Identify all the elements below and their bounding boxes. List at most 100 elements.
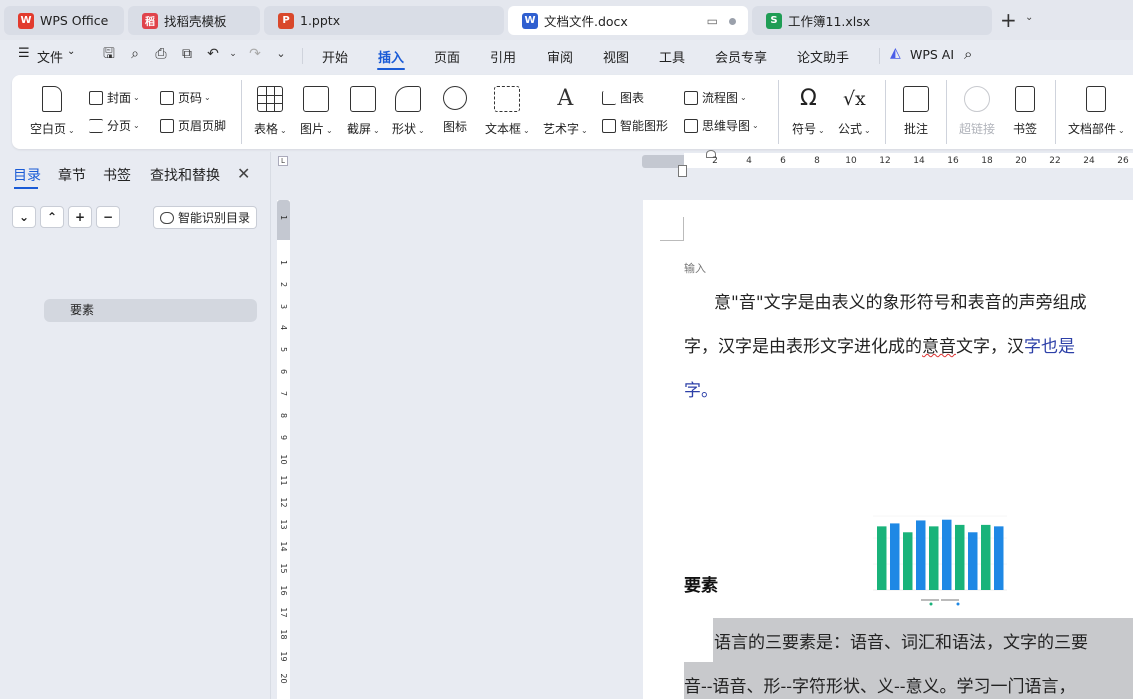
demote-button[interactable]: − — [96, 206, 120, 228]
menu-tools[interactable]: 工具 — [659, 47, 685, 66]
embedded-chart[interactable] — [869, 512, 1011, 608]
tab-chapters[interactable]: 章节 — [58, 165, 86, 185]
page-break-button[interactable]: 分页 ⌄ — [89, 117, 140, 134]
wps-ai-icon[interactable]: ◭ — [890, 45, 901, 61]
expand-button[interactable]: ⌃ — [40, 206, 64, 228]
hyperlink-label: 超链接 — [959, 122, 996, 136]
print-preview-icon[interactable]: ⧉ — [179, 46, 195, 62]
menu-thesis-assistant[interactable]: 论文助手 — [797, 47, 849, 66]
menu-review[interactable]: 审阅 — [547, 47, 573, 66]
textbox-button[interactable]: 文本框 ⌄ — [485, 86, 530, 137]
hyperlink-button[interactable]: 超链接 — [959, 86, 995, 137]
search-icon[interactable]: ⌕ — [964, 45, 972, 63]
format-painter-icon[interactable]: ⌕ — [127, 46, 143, 62]
shape-button[interactable]: 形状 ⌄ — [392, 86, 425, 137]
smart-toc-button[interactable]: 智能识别目录 — [153, 206, 257, 229]
formula-button[interactable]: √x 公式 ⌄ — [838, 86, 871, 137]
section-heading[interactable]: 要素 — [684, 571, 718, 596]
screenshot-button[interactable]: 截屏 ⌄ — [347, 86, 380, 137]
smart-graphic-label: 智能图形 — [620, 119, 669, 133]
header-footer-label: 页眉页脚 — [178, 119, 227, 133]
tab-stop-selector[interactable]: L — [278, 156, 288, 166]
ruler-tick: 16 — [279, 585, 288, 596]
blank-page-button[interactable]: 空白页 ⌄ — [30, 86, 75, 137]
table-button[interactable]: 表格 ⌄ — [254, 86, 287, 137]
menu-home[interactable]: 开始 — [322, 47, 348, 66]
chevron-up-icon: ⌃ — [46, 210, 58, 224]
chart-bar — [942, 519, 952, 590]
chevron-down-icon[interactable]: ⌄ — [67, 46, 75, 57]
wordart-button[interactable]: A 艺术字 ⌄ — [543, 86, 588, 137]
chart-legend-swatch — [941, 599, 959, 601]
print-icon[interactable]: ⎙ — [153, 46, 169, 62]
ruler-tick: 5 — [279, 346, 288, 353]
chart-button[interactable]: 图表 — [602, 89, 644, 106]
cover-button[interactable]: 封面 ⌄ — [89, 89, 140, 106]
tab-wps-office[interactable]: W WPS Office — [4, 6, 124, 35]
wps-ai-button[interactable]: WPS AI — [910, 47, 954, 62]
smart-graphic-icon — [602, 118, 616, 133]
page-number-button[interactable]: 页码 ⌄ — [160, 89, 211, 106]
save-icon[interactable]: 🖫 — [101, 46, 117, 62]
ppt-icon: P — [278, 12, 294, 29]
cover-label: 封面 — [107, 91, 132, 105]
tab-bookmarks[interactable]: 书签 — [103, 165, 131, 185]
menu-page[interactable]: 页面 — [434, 47, 460, 66]
chevron-down-icon[interactable]: ⌄ — [1025, 12, 1033, 23]
doc-parts-button[interactable]: 文档部件 ⌄ — [1068, 86, 1125, 137]
chart-legend-dot — [956, 602, 960, 606]
paragraph-line[interactable]: 语言的三要素是：语音、词汇和语法，文字的三要 — [714, 628, 1088, 653]
left-indent-marker[interactable] — [678, 165, 687, 177]
symbol-button[interactable]: Ω 符号 ⌄ — [792, 86, 825, 137]
icon-button[interactable]: 图标 — [443, 86, 467, 135]
comment-button[interactable]: 批注 — [903, 86, 929, 137]
hamburger-icon[interactable]: ☰ — [18, 46, 30, 61]
tab-find-replace[interactable]: 查找和替换 — [150, 165, 220, 185]
ruler-tick: 14 — [279, 541, 288, 552]
tab-pptx[interactable]: P 1.pptx — [264, 6, 504, 35]
flowchart-button[interactable]: 流程图 ⌄ — [684, 89, 747, 106]
doc-parts-icon — [1086, 86, 1107, 112]
new-tab-icon[interactable]: + — [1000, 8, 1017, 32]
smart-toc-label: 智能识别目录 — [178, 211, 251, 225]
monitor-icon[interactable]: ▭ — [707, 14, 718, 28]
margin-corner-mark — [660, 217, 684, 241]
menu-view[interactable]: 视图 — [603, 47, 629, 66]
page-break-icon — [89, 118, 103, 133]
outline-item[interactable]: 要素 — [44, 299, 257, 322]
paragraph-line[interactable]: 意"音"文字是由表义的象形符号和表音的声旁组成 — [714, 288, 1087, 313]
smart-graphic-button[interactable]: 智能图形 — [602, 117, 668, 134]
redo-icon[interactable]: ↷ — [247, 46, 263, 62]
text-run-blue: 字也是 — [1024, 337, 1075, 357]
mindmap-button[interactable]: 思维导图 ⌄ — [684, 117, 759, 134]
ruler-tick: 11 — [279, 475, 288, 486]
tab-docx[interactable]: W 文档文件.docx ▭ — [508, 6, 748, 35]
icons-icon — [443, 86, 467, 110]
comment-label: 批注 — [903, 122, 928, 136]
promote-button[interactable]: + — [68, 206, 92, 228]
vertical-ruler[interactable] — [277, 200, 290, 699]
ruler-tick: 19 — [279, 651, 288, 662]
close-icon[interactable]: ✕ — [237, 164, 250, 183]
picture-button[interactable]: 图片 ⌄ — [300, 86, 333, 137]
paragraph-line[interactable]: 字，汉字是由表形文字进化成的意音文字，汉字也是 — [684, 332, 1075, 357]
menu-membership[interactable]: 会员专享 — [715, 47, 767, 66]
divider — [946, 80, 947, 144]
collapse-button[interactable]: ⌄ — [12, 206, 36, 228]
paragraph-line[interactable]: 音--语音、形--字符形状、义--意义。学习一门语言， — [684, 672, 1075, 697]
paragraph-line[interactable]: 字。 — [684, 376, 718, 401]
undo-icon[interactable]: ↶ — [205, 46, 221, 62]
menu-references[interactable]: 引用 — [490, 47, 516, 66]
menu-insert[interactable]: 插入 — [378, 47, 404, 66]
tab-toc[interactable]: 目录 — [13, 165, 41, 185]
tab-xlsx[interactable]: S 工作簿11.xlsx — [752, 6, 992, 35]
tab-docer[interactable]: 稻 找稻壳模板 — [128, 6, 260, 35]
bookmark-button[interactable]: 书签 — [1013, 86, 1037, 137]
bookmark-label: 书签 — [1013, 122, 1038, 136]
header-footer-button[interactable]: 页眉页脚 — [160, 117, 226, 134]
unsaved-dot-icon[interactable] — [729, 18, 736, 25]
more-icon[interactable]: ⌄ — [273, 46, 289, 62]
file-menu[interactable]: 文件 — [37, 47, 63, 66]
document-page[interactable]: 输入 意"音"文字是由表义的象形符号和表音的声旁组成 字，汉字是由表形文字进化成… — [643, 200, 1133, 699]
chevron-down-icon[interactable]: ⌄ — [225, 46, 241, 62]
